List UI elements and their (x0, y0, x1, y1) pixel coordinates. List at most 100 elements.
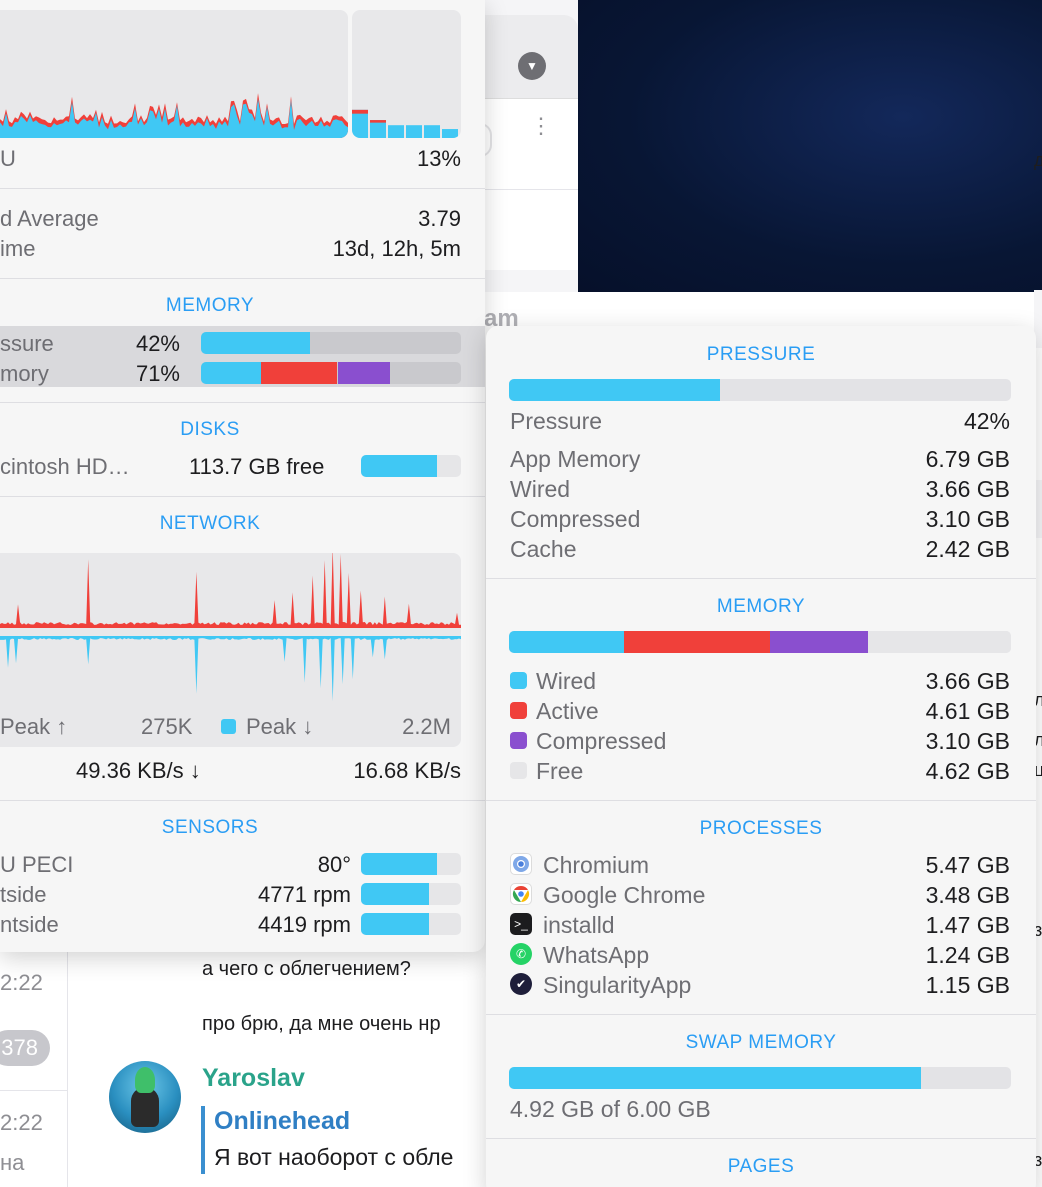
divider (486, 578, 1036, 579)
memory-legend-value: 3.66 GB (925, 668, 1010, 694)
peak-down-label: Peak ↓ (246, 714, 314, 739)
memory-legend-label: Wired (536, 668, 597, 694)
sensor-bar (361, 853, 461, 875)
dropdown-button[interactable]: ▼ (518, 52, 546, 80)
quote-bar (201, 1106, 205, 1174)
network-graph (0, 553, 461, 702)
cpu-core-bar-system (370, 120, 386, 123)
compressed-value: 3.10 GB (925, 506, 1010, 532)
chat-list-divider (0, 1090, 68, 1091)
sensor-bar-fill (361, 913, 429, 935)
process-memory: 1.15 GB (925, 972, 1010, 998)
bar-segment-active (260, 362, 338, 384)
sensor-bar-fill (361, 883, 429, 905)
memory-legend-label: Compressed (536, 728, 667, 754)
toolbar-divider (480, 189, 578, 190)
pressure-label: ssure (0, 331, 54, 356)
disk-free: 113.7 GB free (189, 454, 325, 479)
peak-up-label: Peak ↑ (0, 714, 68, 739)
load-average-label: d Average (0, 206, 99, 231)
process-name: WhatsApp (543, 942, 650, 968)
pressure-bar (201, 332, 461, 354)
memory-legend-value: 3.10 GB (925, 728, 1010, 754)
memory-value: 71% (135, 361, 180, 386)
memory-section-title: MEMORY (165, 295, 255, 316)
pressure-value: 42% (135, 331, 180, 356)
cpu-core-bar (442, 129, 458, 138)
chat-time: 2:22 (0, 1110, 43, 1135)
swap-usage-text: 4.92 GB of 6.00 GB (510, 1096, 711, 1122)
disk-usage-bar (361, 455, 461, 477)
pressure-bar (509, 379, 1011, 401)
swap-section-title: SWAP MEMORY (685, 1032, 837, 1053)
swap-bar-fill (509, 1067, 921, 1089)
sensor-label: tside (0, 882, 47, 907)
divider (0, 496, 485, 497)
uptime-label: ime (0, 236, 36, 261)
cpu-core-bar-system (352, 109, 368, 114)
singularity-icon: ✔ (510, 973, 532, 995)
chat-time: 2:22 (0, 970, 43, 995)
network-download-area (0, 636, 461, 702)
divider (0, 278, 485, 279)
sensor-label: U PECI (0, 852, 74, 877)
bar-segment-compressed (770, 631, 868, 653)
unread-badge[interactable]: 378 (0, 1030, 50, 1066)
peak-down-value: 2.2M (402, 714, 451, 739)
memory-legend-value: 4.61 GB (925, 698, 1010, 724)
pressure-row-label: Pressure (510, 408, 603, 434)
disk-usage-fill (361, 455, 437, 477)
uptime-value: 13d, 12h, 5m (332, 236, 461, 261)
divider (486, 800, 1036, 801)
download-rate: 49.36 KB/s ↓ (76, 758, 201, 783)
bar-segment-wired (509, 631, 625, 653)
process-memory: 5.47 GB (925, 852, 1010, 878)
sensor-value: 80° (317, 852, 351, 877)
desktop-wallpaper (578, 0, 1042, 292)
upload-rate: 16.68 KB/s (353, 758, 461, 783)
bar-segment-free (867, 631, 1011, 653)
sensor-bar-fill (361, 853, 437, 875)
compressed-label: Compressed (510, 506, 641, 532)
sensor-bar (361, 913, 461, 935)
more-menu-icon[interactable]: ⋮ (530, 115, 552, 137)
memory-usage-bar (201, 362, 461, 384)
pressure-section-title: PRESSURE (706, 344, 816, 365)
divider (486, 1014, 1036, 1015)
processes-section-title: PROCESSES (699, 818, 823, 839)
disks-section-title: DISKS (180, 419, 240, 440)
network-upload-area (0, 553, 461, 628)
network-section-title: NETWORK (159, 513, 261, 534)
bar-segment-wired (201, 362, 261, 384)
sensor-value: 4771 rpm (258, 882, 351, 907)
quote-author[interactable]: Onlinehead (214, 1107, 350, 1136)
process-memory: 1.24 GB (925, 942, 1010, 968)
pressure-bar-fill (509, 379, 720, 401)
app-memory-value: 6.79 GB (925, 446, 1010, 472)
cpu-core-bar (388, 125, 404, 138)
process-name: installd (543, 912, 615, 938)
memory-breakdown-bar (509, 631, 1011, 653)
cpu-value: 13% (416, 146, 461, 171)
process-name: Google Chrome (543, 882, 706, 908)
process-memory: 3.48 GB (925, 882, 1010, 908)
bar-segment-compressed (337, 362, 390, 384)
background-browser-window: ▼ ⋮ (480, 15, 578, 270)
chromium-icon (510, 853, 532, 875)
cpu-core-bar (406, 125, 422, 138)
sensor-value: 4419 rpm (258, 912, 351, 937)
edge-text: д (1034, 150, 1042, 170)
quote-text: Я вот наоборот с обле (214, 1144, 454, 1170)
process-memory: 1.47 GB (925, 912, 1010, 938)
avatar[interactable] (109, 1061, 181, 1133)
whatsapp-icon: ✆ (510, 943, 532, 965)
process-name: SingularityApp (543, 972, 692, 998)
divider (486, 1138, 1036, 1139)
compressed-swatch-icon (510, 732, 527, 749)
wired-value: 3.66 GB (925, 476, 1010, 502)
chrome-icon (510, 883, 532, 905)
divider (0, 402, 485, 403)
chat-message: а чего с облегчением? (202, 958, 411, 980)
message-sender[interactable]: Yaroslav (202, 1064, 305, 1093)
network-chart: Peak ↑ 275K Peak ↓ 2.2M (0, 553, 461, 747)
